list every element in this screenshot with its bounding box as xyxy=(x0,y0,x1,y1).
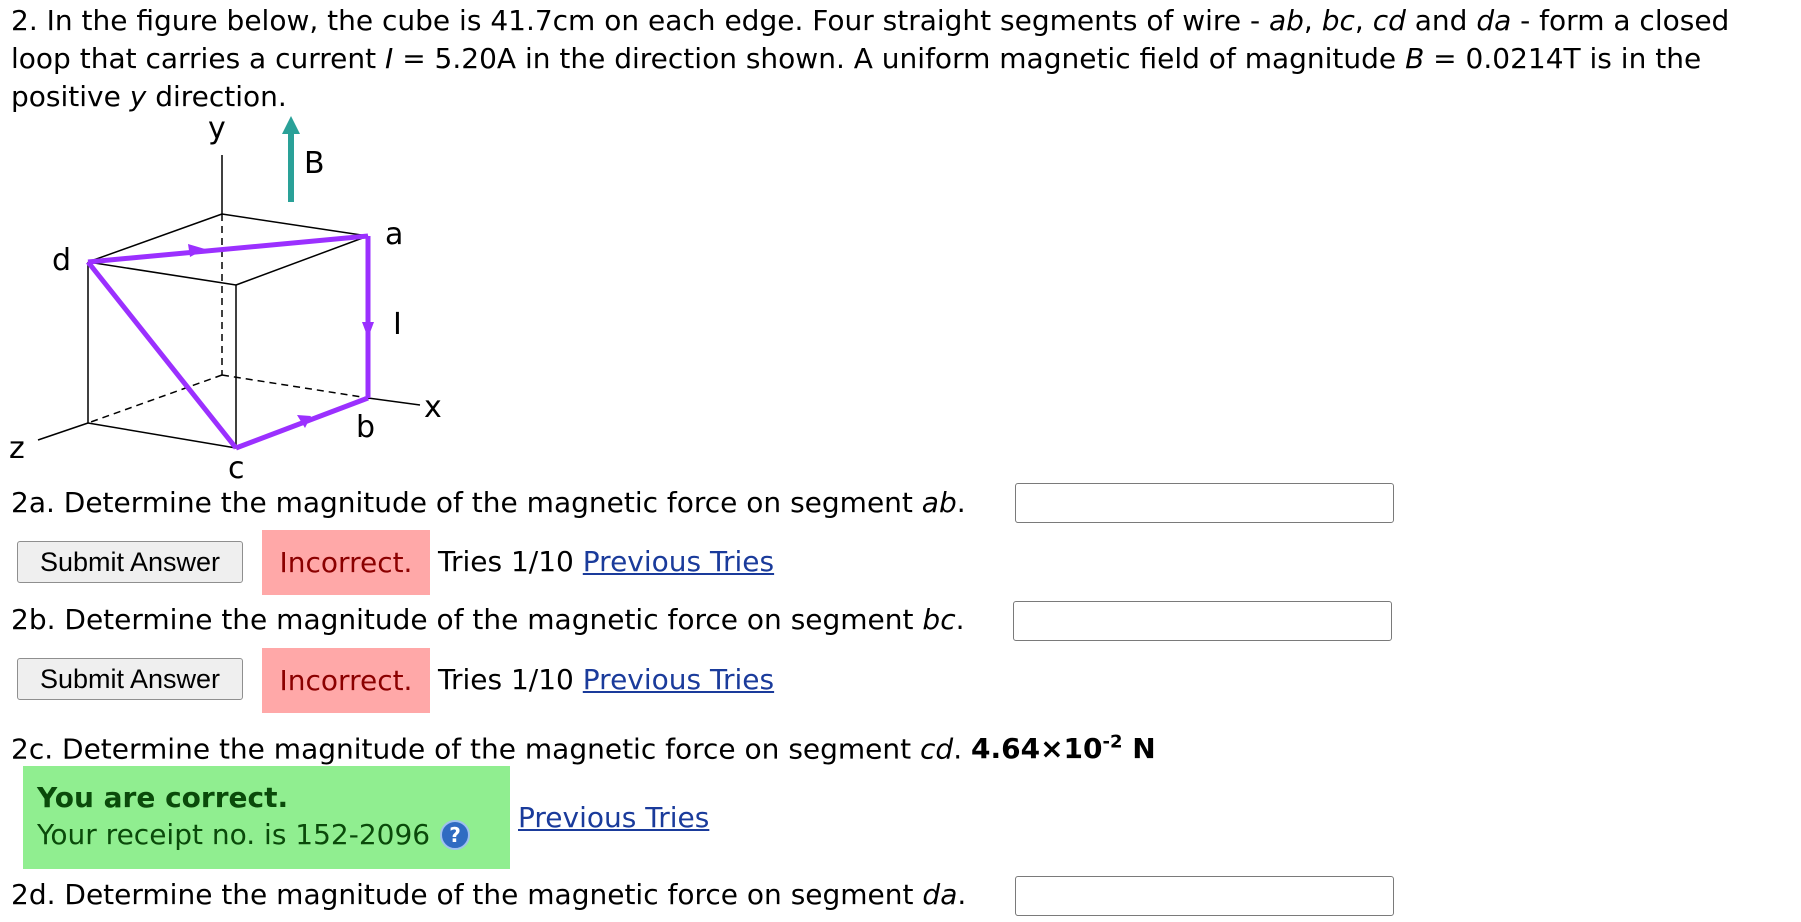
question-2d: 2d. Determine the magnitude of the magne… xyxy=(11,878,967,911)
incorrect-badge-2b: Incorrect. xyxy=(262,648,430,713)
receipt-line: Your receipt no. is 152-2096? xyxy=(37,816,510,854)
tries-2b: Tries 1/10 Previous Tries xyxy=(438,663,775,696)
answer-2d-input[interactable] xyxy=(1015,876,1394,916)
previous-tries-link-2c[interactable]: Previous Tries xyxy=(518,801,709,834)
point-a-label: a xyxy=(385,217,403,252)
point-c-label: c xyxy=(228,451,245,486)
segment-ab-label: ab xyxy=(1268,4,1304,37)
point-d-label: d xyxy=(52,243,71,278)
answer-2c-value: 4.64×10-2 N xyxy=(971,732,1156,766)
cube-edge xyxy=(221,213,369,237)
hidden-edge xyxy=(221,374,369,399)
z-axis-line xyxy=(37,422,89,441)
previous-tries-link-2a[interactable]: Previous Tries xyxy=(583,545,774,578)
answer-2a-input[interactable] xyxy=(1015,483,1394,523)
x-axis-label: x xyxy=(424,390,442,425)
correct-feedback-box: You are correct. Your receipt no. is 152… xyxy=(23,766,510,869)
correct-title: You are correct. xyxy=(37,781,289,814)
y-axis-label: y xyxy=(208,111,226,146)
help-icon[interactable]: ? xyxy=(440,820,471,850)
wire-segment-cd xyxy=(86,260,238,450)
field-arrow xyxy=(282,116,300,202)
z-axis-label: z xyxy=(9,431,25,466)
segment-da-label: da xyxy=(1476,4,1512,37)
hidden-edge xyxy=(87,374,223,424)
cube-wire-figure: y B a d I b x z c xyxy=(9,111,442,486)
segment-cd-label: cd xyxy=(1372,4,1406,37)
segment-bc-label: bc xyxy=(1321,4,1355,37)
tries-2a: Tries 1/10 Previous Tries xyxy=(438,545,775,578)
x-axis-line xyxy=(367,397,421,406)
point-b-label: b xyxy=(356,410,375,445)
homework-page: 2. In the figure below, the cube is 41.7… xyxy=(0,0,1801,922)
current-label: I xyxy=(393,307,402,342)
field-label: B xyxy=(304,146,325,181)
wire-segment-da xyxy=(87,233,369,265)
cube-edge xyxy=(87,261,237,286)
receipt-text: Your receipt no. is 152-2096 xyxy=(37,818,431,851)
field-variable: B xyxy=(1405,42,1425,75)
submit-answer-2a-button[interactable]: Submit Answer xyxy=(17,541,243,583)
incorrect-badge-2a: Incorrect. xyxy=(262,530,430,595)
previous-tries-link-2b[interactable]: Previous Tries xyxy=(583,663,774,696)
answer-2b-input[interactable] xyxy=(1013,601,1392,641)
question-2a: 2a. Determine the magnitude of the magne… xyxy=(11,486,966,519)
submit-answer-2b-button[interactable]: Submit Answer xyxy=(17,658,243,700)
question-2b: 2b. Determine the magnitude of the magne… xyxy=(11,603,965,636)
problem-statement: 2. In the figure below, the cube is 41.7… xyxy=(11,4,1730,113)
cube-edge xyxy=(87,422,237,449)
question-2c: 2c. Determine the magnitude of the magne… xyxy=(11,732,1156,766)
current-arrow-ab xyxy=(362,322,374,338)
